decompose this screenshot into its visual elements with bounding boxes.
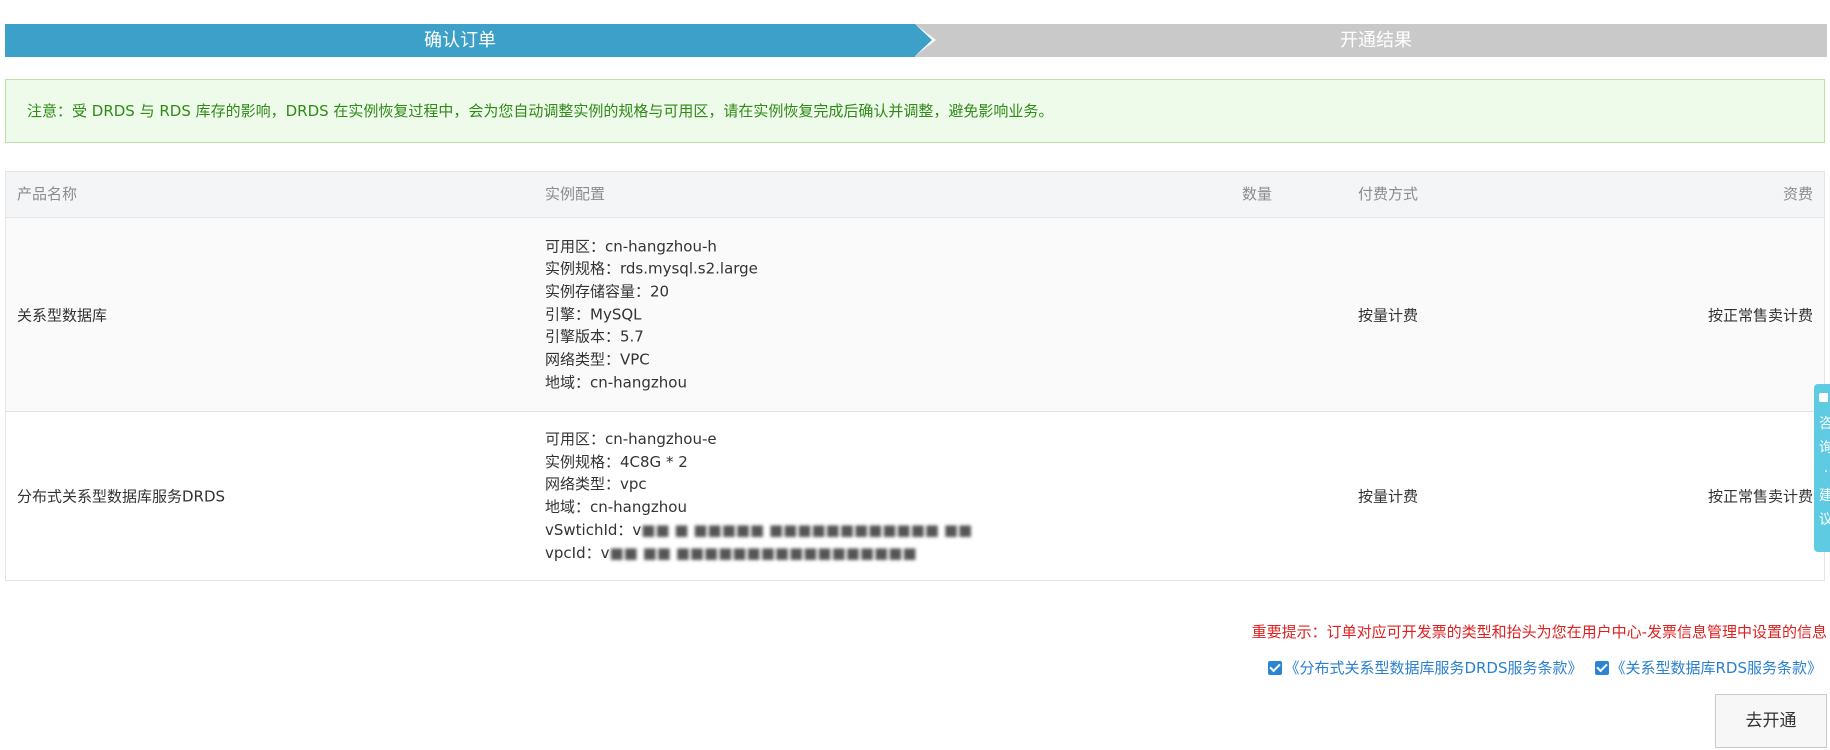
fee-value: 按正常售卖计费 <box>1707 487 1813 506</box>
order-confirm-page: 确认订单 开通结果 注意：受 DRDS 与 RDS 库存的影响，DRDS 在实例… <box>0 0 1830 750</box>
config-item-vswitch: vSwtichId：v■■ ■ ■■■■■ ■■■■■■■■■■■■ ■■ <box>545 519 972 542</box>
fee-value: 按正常售卖计费 <box>1707 306 1813 324</box>
agreement-drds[interactable]: 《分布式关系型数据库服务DRDS服务条款》 <box>1268 657 1583 678</box>
table-row: 关系型数据库 可用区：cn-hangzhou-h 实例规格：rds.mysql.… <box>6 218 1824 412</box>
progress-steps: 确认订单 开通结果 <box>5 24 1827 57</box>
invoice-important-note: 重要提示：订单对应可开发票的类型和抬头为您在用户中心-发票信息管理中设置的信息 <box>1252 621 1827 642</box>
config-item: 可用区：cn-hangzhou-h <box>545 237 717 256</box>
order-table: 产品名称 实例配置 数量 付费方式 资费 关系型数据库 可用区：cn-hangz… <box>5 171 1825 581</box>
step-confirm-order: 确认订单 <box>5 24 936 57</box>
step-open-result: 开通结果 <box>895 24 1827 57</box>
config-item: 地域：cn-hangzhou <box>545 373 687 392</box>
vpc-label: vpcId：v <box>545 543 610 562</box>
open-service-button[interactable]: 去开通 <box>1715 694 1827 748</box>
agreement-rds-checkbox[interactable] <box>1594 660 1609 675</box>
notice-banner: 注意：受 DRDS 与 RDS 库存的影响，DRDS 在实例恢复过程中，会为您自… <box>5 79 1825 143</box>
agreements: 《分布式关系型数据库服务DRDS服务条款》 《关系型数据库RDS服务条款》 <box>1256 657 1822 678</box>
config-item-vpc: vpcId：v■■ ■■ ■■■■■■■■■■■■■■■■■ <box>545 541 972 564</box>
step-arrow <box>915 24 932 56</box>
agreement-drds-link[interactable]: 《分布式关系型数据库服务DRDS服务条款》 <box>1284 657 1582 678</box>
payment-method-value: 按量计费 <box>1358 306 1419 324</box>
agreement-rds[interactable]: 《关系型数据库RDS服务条款》 <box>1594 657 1823 678</box>
config-item: 实例规格：4C8G * 2 <box>545 452 688 471</box>
header-fee: 资费 <box>1782 185 1813 203</box>
table-header: 产品名称 实例配置 数量 付费方式 资费 <box>6 172 1824 218</box>
config-item: 实例存储容量：20 <box>545 282 670 301</box>
redacted-value: ■■ ■ ■■■■■ ■■■■■■■■■■■■ ■■ <box>641 520 973 539</box>
feedback-side-tab[interactable]: 咨询·建议 <box>1814 384 1830 552</box>
config-item: 地域：cn-hangzhou <box>545 498 687 516</box>
product-name: 关系型数据库 <box>17 306 108 324</box>
config-item: 实例规格：rds.mysql.s2.large <box>545 259 758 278</box>
product-name: 分布式关系型数据库服务DRDS <box>17 487 226 506</box>
instance-config-list: 可用区：cn-hangzhou-e 实例规格：4C8G * 2 网络类型：vpc… <box>545 428 972 564</box>
header-quantity: 数量 <box>1242 185 1273 203</box>
feedback-side-tab-label: 咨询·建议 <box>1819 416 1830 528</box>
table-row: 分布式关系型数据库服务DRDS 可用区：cn-hangzhou-e 实例规格：4… <box>6 412 1824 580</box>
agreement-rds-link[interactable]: 《关系型数据库RDS服务条款》 <box>1611 657 1823 678</box>
header-payment-method: 付费方式 <box>1358 185 1419 203</box>
redacted-value: ■■ ■■ ■■■■■■■■■■■■■■■■■ <box>609 543 917 562</box>
step-confirm-order-label: 确认订单 <box>424 30 496 51</box>
payment-method-value: 按量计费 <box>1358 487 1419 506</box>
notice-text: 注意：受 DRDS 与 RDS 库存的影响，DRDS 在实例恢复过程中，会为您自… <box>27 102 1054 120</box>
chat-icon <box>1819 393 1828 402</box>
header-product-name: 产品名称 <box>17 185 78 203</box>
invoice-note-text: 重要提示：订单对应可开发票的类型和抬头为您在用户中心-发票信息管理中设置的信息 <box>1251 623 1827 641</box>
config-item: 引擎：MySQL <box>545 305 642 324</box>
config-item: 网络类型：VPC <box>545 350 650 369</box>
header-instance-config: 实例配置 <box>545 185 606 203</box>
step-open-result-label: 开通结果 <box>1340 30 1412 51</box>
config-item: 可用区：cn-hangzhou-e <box>545 429 717 448</box>
instance-config-list: 可用区：cn-hangzhou-h 实例规格：rds.mysql.s2.larg… <box>545 235 758 394</box>
vswitch-label: vSwtichId：v <box>545 520 642 539</box>
config-item: 引擎版本：5.7 <box>545 327 644 346</box>
config-item: 网络类型：vpc <box>545 475 647 494</box>
agreement-drds-checkbox[interactable] <box>1268 660 1283 675</box>
